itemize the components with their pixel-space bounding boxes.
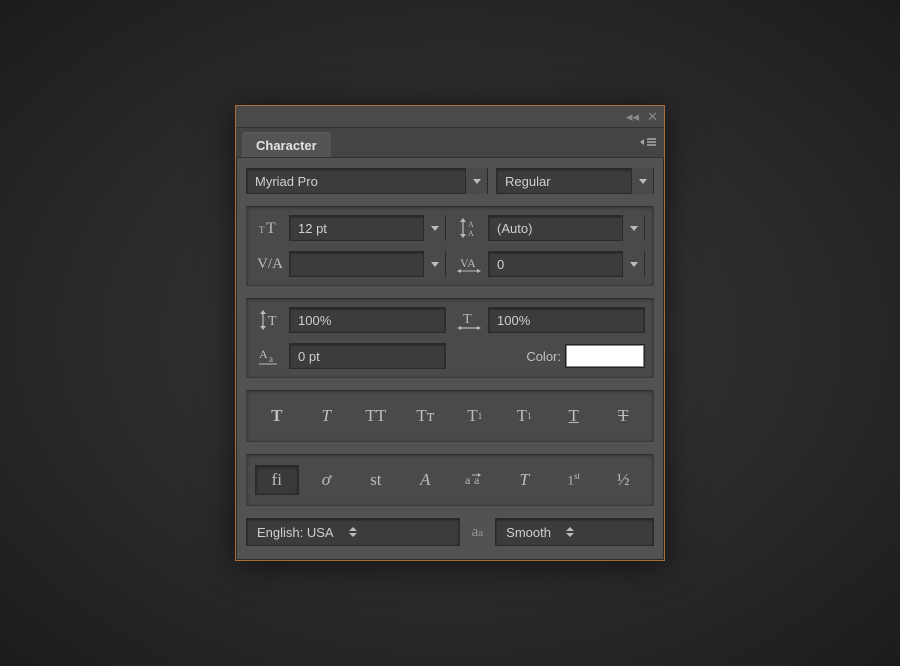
leading-dropdown[interactable]: (Auto): [488, 215, 645, 241]
font-family-dropdown[interactable]: Myriad Pro: [246, 168, 488, 194]
font-style-dropdown[interactable]: Regular: [496, 168, 654, 194]
panel-titlebar: ◂◂ ✕: [236, 106, 664, 128]
svg-text:A: A: [468, 229, 474, 238]
color-swatch[interactable]: [565, 344, 645, 368]
chevron-down-icon: [631, 168, 653, 194]
font-family-value: Myriad Pro: [255, 174, 318, 189]
strikethrough-button[interactable]: T: [602, 401, 646, 431]
leading-value: (Auto): [497, 221, 532, 236]
superscript-button[interactable]: T1: [453, 401, 497, 431]
language-dropdown[interactable]: English: USA: [246, 518, 460, 546]
small-caps-button[interactable]: Tᴛ: [404, 401, 448, 431]
antialias-value: Smooth: [506, 525, 551, 540]
metrics-group: TT 12 pt A A: [246, 206, 654, 286]
font-size-value: 12 pt: [298, 221, 327, 236]
swash-button[interactable]: A: [404, 465, 448, 495]
transform-group: T 100% T: [246, 298, 654, 378]
faux-italic-button[interactable]: T: [305, 401, 349, 431]
subscript-button[interactable]: T1: [503, 401, 547, 431]
vertical-scale-field[interactable]: 100%: [289, 307, 446, 333]
tab-row: Character: [236, 128, 664, 158]
font-size-dropdown[interactable]: 12 pt: [289, 215, 446, 241]
spinner-icon: [346, 527, 360, 537]
chevron-down-icon: [423, 215, 445, 241]
svg-text:T: T: [268, 314, 277, 329]
baseline-shift-value: 0 pt: [298, 349, 320, 364]
ordinals-button[interactable]: 1st: [552, 465, 596, 495]
panel-content: Myriad Pro Regular TT 12 pt: [236, 158, 664, 560]
language-value: English: USA: [257, 525, 334, 540]
spinner-icon: [563, 527, 577, 537]
faux-bold-button[interactable]: T: [255, 401, 299, 431]
svg-text:A: A: [259, 347, 268, 361]
kerning-dropdown[interactable]: [289, 251, 446, 277]
font-size-icon: TT: [255, 215, 285, 241]
horizontal-scale-value: 100%: [497, 313, 530, 328]
vertical-scale-icon: T: [255, 307, 285, 333]
tracking-value: 0: [497, 257, 504, 272]
opentype-group: fi ơ st A aa T 1st ½: [246, 454, 654, 506]
horizontal-scale-icon: T: [454, 307, 484, 333]
font-style-value: Regular: [505, 174, 551, 189]
contextual-alt-button[interactable]: ơ: [305, 465, 349, 495]
underline-button[interactable]: T: [552, 401, 596, 431]
kerning-icon: V/A: [255, 251, 285, 277]
color-label: Color:: [526, 349, 561, 364]
baseline-shift-icon: A a: [255, 343, 285, 369]
character-panel: ◂◂ ✕ Character Myriad Pro Regular: [235, 105, 665, 561]
titling-alt-button[interactable]: T: [503, 465, 547, 495]
vertical-scale-value: 100%: [298, 313, 331, 328]
svg-text:T: T: [259, 225, 265, 235]
stylistic-alt-button[interactable]: aa: [453, 465, 497, 495]
chevron-down-icon: [465, 168, 487, 194]
svg-text:A: A: [468, 220, 474, 229]
horizontal-scale-field[interactable]: 100%: [488, 307, 645, 333]
baseline-shift-field[interactable]: 0 pt: [289, 343, 446, 369]
leading-icon: A A: [454, 215, 484, 241]
typestyle-group: T T TT Tᴛ T1 T1 T T: [246, 390, 654, 442]
tracking-dropdown[interactable]: 0: [488, 251, 645, 277]
chevron-down-icon: [622, 215, 644, 241]
ligatures-button[interactable]: fi: [255, 465, 299, 495]
svg-text:T: T: [266, 220, 276, 237]
discretionary-lig-button[interactable]: st: [354, 465, 398, 495]
collapse-icon[interactable]: ◂◂: [626, 110, 639, 123]
fractions-button[interactable]: ½: [602, 465, 646, 495]
chevron-down-icon: [622, 251, 644, 277]
tab-character[interactable]: Character: [242, 132, 331, 157]
antialias-icon: aa: [468, 524, 488, 541]
all-caps-button[interactable]: TT: [354, 401, 398, 431]
svg-text:a: a: [269, 354, 273, 364]
close-icon[interactable]: ✕: [647, 110, 658, 123]
antialias-dropdown[interactable]: Smooth: [495, 518, 654, 546]
svg-text:a: a: [465, 473, 471, 487]
panel-menu-icon[interactable]: [640, 136, 656, 150]
tracking-icon: VA: [454, 251, 484, 277]
chevron-down-icon: [423, 251, 445, 277]
svg-text:VA: VA: [460, 256, 476, 270]
svg-text:T: T: [463, 312, 472, 327]
